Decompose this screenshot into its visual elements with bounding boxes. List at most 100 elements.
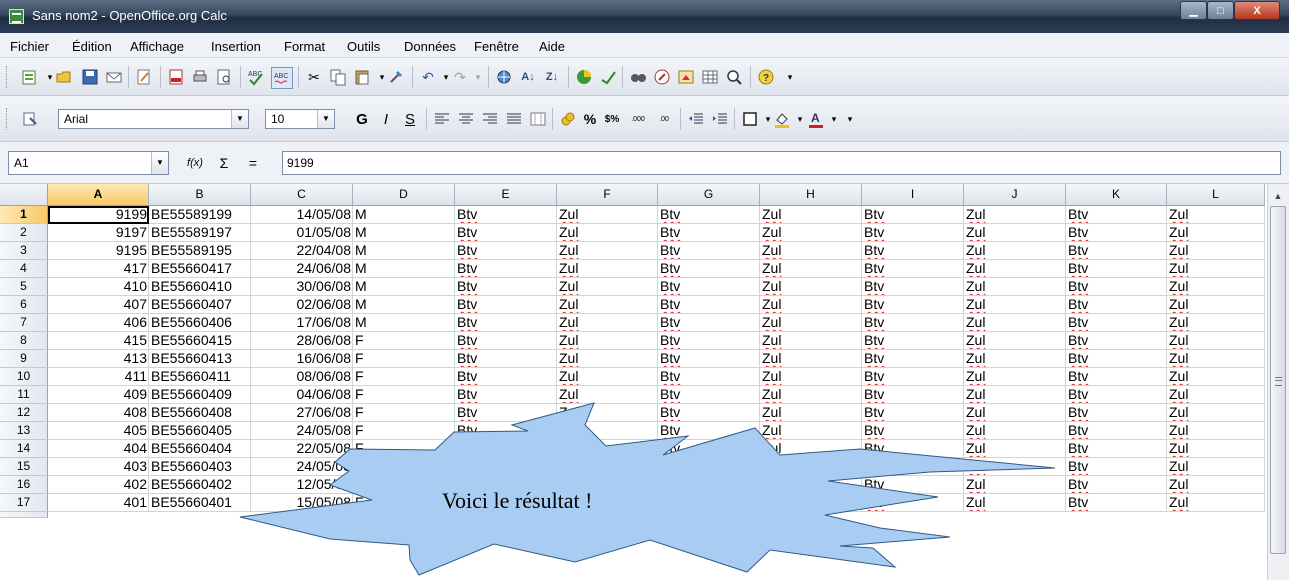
cell-e2[interactable]: Btv xyxy=(455,224,557,242)
menu-fichier[interactable]: Fichier xyxy=(10,39,49,54)
column-header-b[interactable]: B xyxy=(149,184,251,206)
cell-d4[interactable]: M xyxy=(353,260,455,278)
menu-edition[interactable]: Édition xyxy=(72,39,112,54)
row-header[interactable]: 14 xyxy=(0,440,48,458)
cell-l3[interactable]: Zul xyxy=(1167,242,1265,260)
cell-j16[interactable]: Zul xyxy=(964,476,1066,494)
font-name-dropdown-icon[interactable]: ▼ xyxy=(231,110,248,128)
draw-functions-icon[interactable] xyxy=(598,67,618,87)
cell-h1[interactable]: Zul xyxy=(760,206,862,224)
cell-h2[interactable]: Zul xyxy=(760,224,862,242)
cell-g8[interactable]: Btv xyxy=(658,332,760,350)
row-header[interactable]: 13 xyxy=(0,422,48,440)
cell-d12[interactable]: F xyxy=(353,404,455,422)
font-name-combo[interactable]: Arial ▼ xyxy=(58,109,249,129)
cell-i1[interactable]: Btv xyxy=(862,206,964,224)
cell-i10[interactable]: Btv xyxy=(862,368,964,386)
cell-h11[interactable]: Zul xyxy=(760,386,862,404)
cell-c1[interactable]: 14/05/08 xyxy=(251,206,353,224)
email-icon[interactable] xyxy=(104,67,124,87)
cell-f12[interactable]: Zul xyxy=(557,404,658,422)
row-header[interactable]: 16 xyxy=(0,476,48,494)
toolbar-grip[interactable] xyxy=(6,108,10,130)
cell-c8[interactable]: 28/06/08 xyxy=(251,332,353,350)
menu-format[interactable]: Format xyxy=(284,39,325,54)
justify-icon[interactable] xyxy=(504,109,524,129)
row-header[interactable] xyxy=(0,512,48,518)
cell-k17[interactable]: Btv xyxy=(1066,494,1167,512)
font-color-icon[interactable]: A xyxy=(806,109,826,129)
cell-h17[interactable]: Zul xyxy=(760,494,862,512)
chart-icon[interactable] xyxy=(574,67,594,87)
cell-a7[interactable]: 406 xyxy=(48,314,149,332)
cell-j12[interactable]: Zul xyxy=(964,404,1066,422)
cell-k7[interactable]: Btv xyxy=(1066,314,1167,332)
cell-k5[interactable]: Btv xyxy=(1066,278,1167,296)
cell-f10[interactable]: Zul xyxy=(557,368,658,386)
cell-e10[interactable]: Btv xyxy=(455,368,557,386)
cell-c13[interactable]: 24/05/08 xyxy=(251,422,353,440)
column-header-f[interactable]: F xyxy=(557,184,658,206)
cell-c12[interactable]: 27/06/08 xyxy=(251,404,353,422)
cell-h3[interactable]: Zul xyxy=(760,242,862,260)
minimize-button[interactable]: ▁ xyxy=(1180,1,1207,20)
font-size-combo[interactable]: 10 ▼ xyxy=(265,109,335,129)
cell-f4[interactable]: Zul xyxy=(557,260,658,278)
cell-g1[interactable]: Btv xyxy=(658,206,760,224)
cell-k9[interactable]: Btv xyxy=(1066,350,1167,368)
cell-d3[interactable]: M xyxy=(353,242,455,260)
cell-g2[interactable]: Btv xyxy=(658,224,760,242)
cell-k4[interactable]: Btv xyxy=(1066,260,1167,278)
cell-c9[interactable]: 16/06/08 xyxy=(251,350,353,368)
print-icon[interactable] xyxy=(190,67,210,87)
cell-g16[interactable]: Btv xyxy=(658,476,760,494)
cell-b6[interactable]: BE55660407 xyxy=(149,296,251,314)
cell-a5[interactable]: 410 xyxy=(48,278,149,296)
merge-cells-icon[interactable] xyxy=(528,109,548,129)
cell-g9[interactable]: Btv xyxy=(658,350,760,368)
sort-descending-icon[interactable]: Z↓ xyxy=(542,67,562,87)
menu-donnees[interactable]: Données xyxy=(404,39,456,54)
remove-decimal-button[interactable]: .00 xyxy=(654,109,674,129)
cell-l8[interactable]: Zul xyxy=(1167,332,1265,350)
cell-a13[interactable]: 405 xyxy=(48,422,149,440)
cell-c15[interactable]: 24/05/08 xyxy=(251,458,353,476)
cell-a4[interactable]: 417 xyxy=(48,260,149,278)
cell-i11[interactable]: Btv xyxy=(862,386,964,404)
cell-e7[interactable]: Btv xyxy=(455,314,557,332)
cell-f3[interactable]: Zul xyxy=(557,242,658,260)
export-pdf-icon[interactable] xyxy=(166,67,186,87)
cell-k12[interactable]: Btv xyxy=(1066,404,1167,422)
cell-f11[interactable]: Zul xyxy=(557,386,658,404)
cell-l1[interactable]: Zul xyxy=(1167,206,1265,224)
row-header[interactable]: 15 xyxy=(0,458,48,476)
column-header-d[interactable]: D xyxy=(353,184,455,206)
cell-i12[interactable]: Btv xyxy=(862,404,964,422)
column-header-e[interactable]: E xyxy=(455,184,557,206)
decrease-indent-icon[interactable] xyxy=(686,109,706,129)
column-header-g[interactable]: G xyxy=(658,184,760,206)
cell-a14[interactable]: 404 xyxy=(48,440,149,458)
cell-g11[interactable]: Btv xyxy=(658,386,760,404)
cell-b17[interactable]: BE55660401 xyxy=(149,494,251,512)
align-center-icon[interactable] xyxy=(456,109,476,129)
cell-c5[interactable]: 30/06/08 xyxy=(251,278,353,296)
row-header[interactable]: 8 xyxy=(0,332,48,350)
format-paintbrush-icon[interactable] xyxy=(386,67,406,87)
cell-e14[interactable]: Btv xyxy=(455,440,557,458)
cell-j1[interactable]: Zul xyxy=(964,206,1066,224)
cell-d9[interactable]: F xyxy=(353,350,455,368)
cell-i16[interactable]: Btv xyxy=(862,476,964,494)
cell-a16[interactable]: 402 xyxy=(48,476,149,494)
menu-insertion[interactable]: Insertion xyxy=(211,39,261,54)
cell-g14[interactable]: Btv xyxy=(658,440,760,458)
cell-l7[interactable]: Zul xyxy=(1167,314,1265,332)
cell-c4[interactable]: 24/06/08 xyxy=(251,260,353,278)
background-color-icon[interactable] xyxy=(772,109,792,129)
gallery-icon[interactable] xyxy=(676,67,696,87)
cell-h10[interactable]: Zul xyxy=(760,368,862,386)
menu-affichage[interactable]: Affichage xyxy=(130,39,184,54)
cell-j9[interactable]: Zul xyxy=(964,350,1066,368)
redo-dropdown-icon[interactable]: ▾ xyxy=(468,67,488,87)
cell-e11[interactable]: Btv xyxy=(455,386,557,404)
